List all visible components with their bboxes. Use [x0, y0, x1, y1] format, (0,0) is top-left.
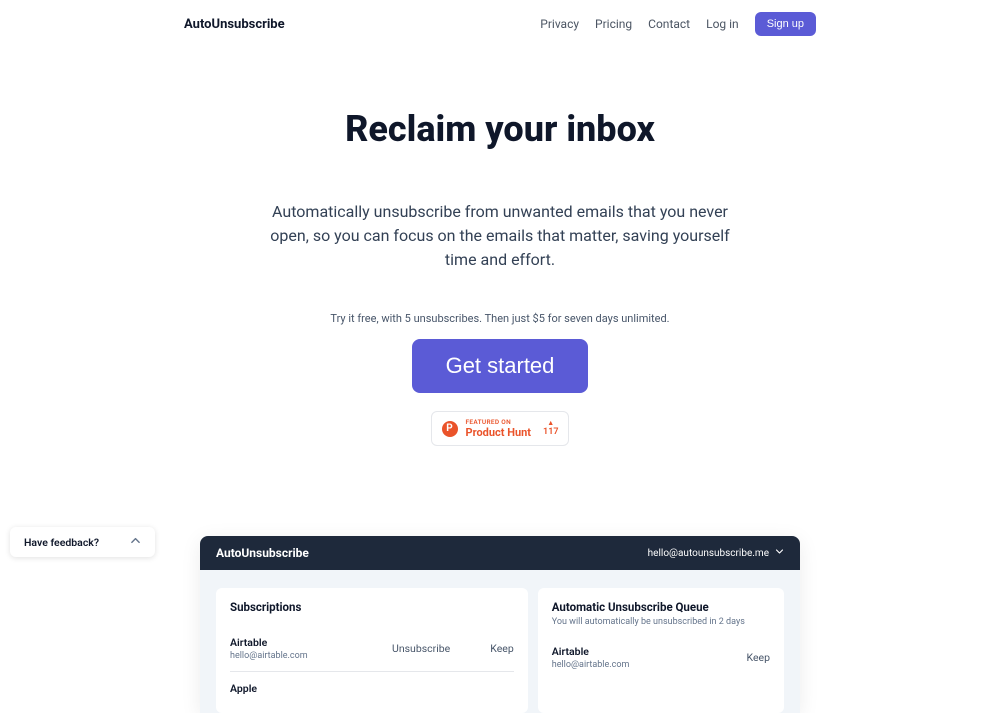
ph-featured-label: FEATURED ON: [466, 418, 532, 426]
feedback-label: Have feedback?: [24, 536, 99, 549]
queue-panel: Automatic Unsubscribe Queue You will aut…: [538, 588, 784, 713]
get-started-button[interactable]: Get started: [412, 339, 589, 393]
queue-title: Automatic Unsubscribe Queue: [552, 600, 770, 614]
main-header: AutoUnsubscribe Privacy Pricing Contact …: [0, 0, 1000, 48]
unsubscribe-action[interactable]: Unsubscribe: [392, 642, 450, 655]
subscriptions-panel: Subscriptions Airtable hello@airtable.co…: [216, 588, 528, 713]
subscription-name: Apple: [230, 682, 257, 695]
signup-button[interactable]: Sign up: [755, 12, 816, 36]
hero-section: Reclaim your inbox Automatically unsubsc…: [0, 48, 1000, 466]
app-logo: AutoUnsubscribe: [216, 546, 309, 560]
keep-action[interactable]: Keep: [490, 642, 514, 655]
chevron-down-icon: [775, 547, 784, 559]
nav-login[interactable]: Log in: [706, 17, 739, 31]
nav-pricing[interactable]: Pricing: [595, 17, 632, 31]
product-hunt-badge[interactable]: P FEATURED ON Product Hunt ▲ 117: [431, 411, 570, 446]
app-header: AutoUnsubscribe hello@autounsubscribe.me: [200, 536, 800, 570]
feedback-widget[interactable]: Have feedback?: [10, 527, 155, 557]
queue-item-email: hello@airtable.com: [552, 660, 630, 670]
nav-privacy[interactable]: Privacy: [540, 17, 579, 31]
subscription-row: Apple: [230, 676, 514, 701]
main-nav: Privacy Pricing Contact Log in Sign up: [540, 12, 816, 36]
subscription-name: Airtable: [230, 636, 308, 649]
ph-name: Product Hunt: [466, 426, 532, 439]
nav-contact[interactable]: Contact: [648, 17, 690, 31]
queue-row: Airtable hello@airtable.com Keep: [552, 639, 770, 676]
hero-trial-text: Try it free, with 5 unsubscribes. Then j…: [180, 312, 820, 325]
product-hunt-text: FEATURED ON Product Hunt: [466, 418, 532, 439]
queue-item-name: Airtable: [552, 645, 630, 658]
subscriptions-title: Subscriptions: [230, 600, 514, 614]
site-logo[interactable]: AutoUnsubscribe: [184, 17, 285, 32]
hero-title: Reclaim your inbox: [180, 108, 820, 150]
app-user-email: hello@autounsubscribe.me: [648, 548, 769, 559]
subscription-row: Airtable hello@airtable.com Unsubscribe …: [230, 630, 514, 667]
chevron-up-icon: [130, 535, 141, 549]
queue-keep-action[interactable]: Keep: [747, 651, 771, 664]
subscription-email: hello@airtable.com: [230, 651, 308, 661]
ph-upvote-count: ▲ 117: [543, 420, 558, 437]
app-body: Subscriptions Airtable hello@airtable.co…: [200, 570, 800, 713]
hero-subtitle: Automatically unsubscribe from unwanted …: [260, 200, 740, 272]
ph-count-number: 117: [543, 427, 558, 437]
row-divider: [230, 671, 514, 672]
app-user-menu[interactable]: hello@autounsubscribe.me: [648, 547, 784, 559]
product-hunt-icon: P: [442, 421, 458, 437]
upvote-arrow-icon: ▲: [543, 420, 558, 427]
queue-subtitle: You will automatically be unsubscribed i…: [552, 617, 770, 627]
